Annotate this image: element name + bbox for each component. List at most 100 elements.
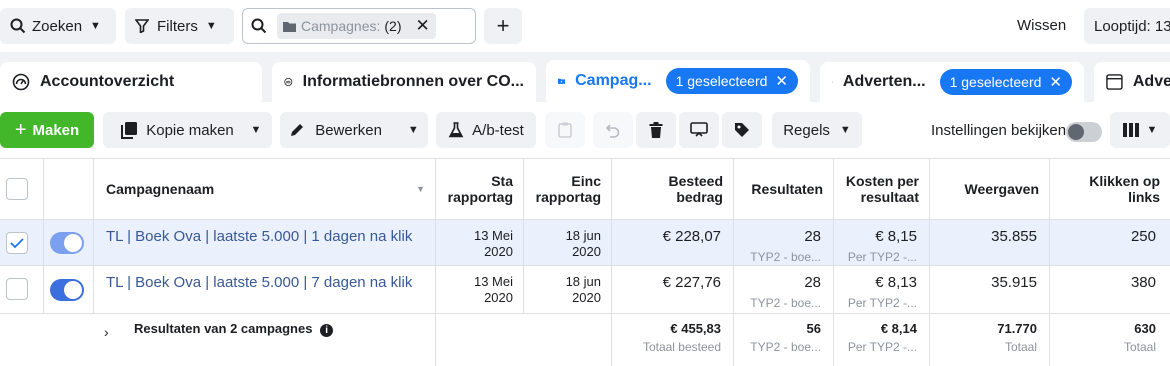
header-label: Klikken op links [1089,173,1160,205]
results-value: 28 [804,274,821,291]
header-label: Kosten per resultaat [845,173,919,205]
copy-button[interactable]: Kopie maken [103,112,251,148]
header-label: Sta rapportag [447,173,513,205]
impressions-value: 35.855 [991,228,1037,245]
table-row[interactable]: TL | Boek Ova | laatste 5.000 | 7 dagen … [0,266,1170,314]
totals-impressions-cell: 71.770 Totaal [930,314,1050,366]
spent-value: € 228,07 [662,228,721,245]
totals-results-cell: 56 TYP2 - boe... [734,314,834,366]
search-field[interactable]: Campagnes: (2) ✕ [242,8,476,44]
ad-icon [1106,74,1123,90]
header-start-report[interactable]: Sta rapportag [436,159,524,219]
undo-button[interactable] [593,112,633,148]
campaign-on-off-toggle[interactable] [50,279,84,301]
totals-results-type: TYP2 - boe... [750,340,821,354]
tab-information-sources[interactable]: Informatiebronnen over CO... [272,62,536,102]
start-date-year: 2020 [484,290,513,305]
columns-button[interactable]: ▼ [1110,112,1170,148]
results-type: TYP2 - boe... [750,296,821,310]
header-cost-per-result[interactable]: Kosten per resultaat [834,159,930,219]
row-checkbox-cell [0,220,44,265]
action-toolbar: + Maken Kopie maken ▼ Bewerken ▼ A/b-tes… [0,102,1170,158]
info-icon[interactable]: i [320,324,334,337]
start-date-year: 2020 [484,244,513,259]
filters-label: Filters [157,17,198,35]
filters-button[interactable]: Filters ▼ [125,8,234,44]
campaigns-selected-pill[interactable]: 1 geselecteerd ✕ [665,68,798,94]
checkmark-icon [10,238,24,249]
campaign-folder-icon [558,78,566,84]
selected-count-label: 1 geselecteerd [675,73,768,89]
row-checkbox-checked[interactable] [6,232,28,254]
tab-campaigns[interactable]: Campag... 1 geselecteerd ✕ [546,60,810,102]
add-filter-button[interactable]: + [484,8,522,44]
totals-clicks-cell: 630 Totaal [1050,314,1170,366]
results-cell: 28 TYP2 - boe... [734,266,834,313]
header-label: Einc rapportag [535,173,601,205]
select-all-checkbox[interactable] [6,178,28,200]
info-source-icon [284,78,293,86]
edit-button[interactable]: Bewerken ▼ [280,112,428,148]
clear-button[interactable]: Wissen [1017,17,1066,34]
header-end-report[interactable]: Einc rapportag [524,159,612,219]
row-checkbox-cell [0,266,44,313]
clipboard-button[interactable] [545,112,585,148]
row-checkbox[interactable] [6,278,28,300]
close-icon[interactable]: ✕ [775,72,788,90]
header-results[interactable]: Resultaten [734,159,834,219]
header-link-clicks[interactable]: Klikken op links [1050,159,1170,219]
impressions-value: 35.915 [991,274,1037,291]
start-date-day: 13 Mei [473,274,513,289]
tab-ads[interactable]: Adverten... 1 geselecteerd ✕ [820,62,1084,102]
chevron-down-icon: ▼ [407,124,419,136]
search-dropdown-button[interactable]: Zoeken ▼ [0,8,116,44]
header-amount-spent[interactable]: Besteed bedrag [612,159,734,219]
rules-label: Regels [783,121,830,139]
delete-button[interactable] [636,112,676,148]
table-header-row: Campagnenaam ▼ Sta rapportag Einc rappor… [0,158,1170,220]
rules-button[interactable]: Regels ▼ [772,112,862,148]
undo-icon [605,124,620,138]
tag-button[interactable] [722,112,762,148]
ab-test-label: A/b-test [472,121,524,139]
runtime-button[interactable]: Looptijd: 13 [1084,8,1170,44]
totals-cost-cell: € 8,14 Per TYP2 -... [834,314,930,366]
campaign-filter-chip[interactable]: Campagnes: (2) ✕ [277,13,436,39]
header-impressions[interactable]: Weergaven [930,159,1050,219]
start-date: 13 Mei 2020 [474,228,513,260]
results-cell: 28 TYP2 - boe... [734,220,834,265]
header-label: Weergaven [964,181,1039,197]
tab-ad-level[interactable]: Adve [1094,62,1170,102]
header-label: Besteed bedrag [668,173,723,205]
totals-results-value: 56 [806,321,821,336]
copy-label: Kopie maken [146,121,234,139]
ab-test-button[interactable]: A/b-test [436,112,536,148]
view-settings-toggle[interactable] [1066,122,1102,142]
copy-dropdown-button[interactable]: ▼ [240,112,272,148]
header-label: Campagnenaam [106,181,215,197]
cost-type: Per TYP2 -... [847,296,917,310]
end-date: 18 jun 2020 [566,228,601,260]
totals-clicks-label: Totaal [1123,340,1156,354]
preview-button[interactable] [679,112,719,148]
trash-icon [649,122,663,138]
create-button[interactable]: + Maken [0,112,94,148]
chevron-right-icon[interactable]: › [104,324,109,340]
end-date-year: 2020 [572,290,601,305]
ads-selected-pill[interactable]: 1 geselecteerd ✕ [939,69,1072,95]
campaign-on-off-toggle[interactable] [50,232,84,254]
totals-cost-value: € 8,14 [880,321,917,336]
tab-account-overview[interactable]: Accountoverzicht [0,62,262,102]
copy-icon [121,122,138,139]
totals-clicks-value: 630 [1134,321,1156,336]
close-icon[interactable]: ✕ [416,16,430,36]
table-row[interactable]: TL | Boek Ova | laatste 5.000 | 1 dagen … [0,220,1170,266]
search-label: Zoeken [32,17,83,35]
close-icon[interactable]: ✕ [1049,73,1062,91]
impressions-cell: 35.855 [930,220,1050,265]
sort-icon[interactable]: ▼ [416,181,425,197]
cost-cell: € 8,15 Per TYP2 -... [834,220,930,265]
totals-cost-type: Per TYP2 -... [847,340,917,354]
header-campaign-name[interactable]: Campagnenaam ▼ [94,159,436,219]
edit-label: Bewerken [315,121,382,139]
